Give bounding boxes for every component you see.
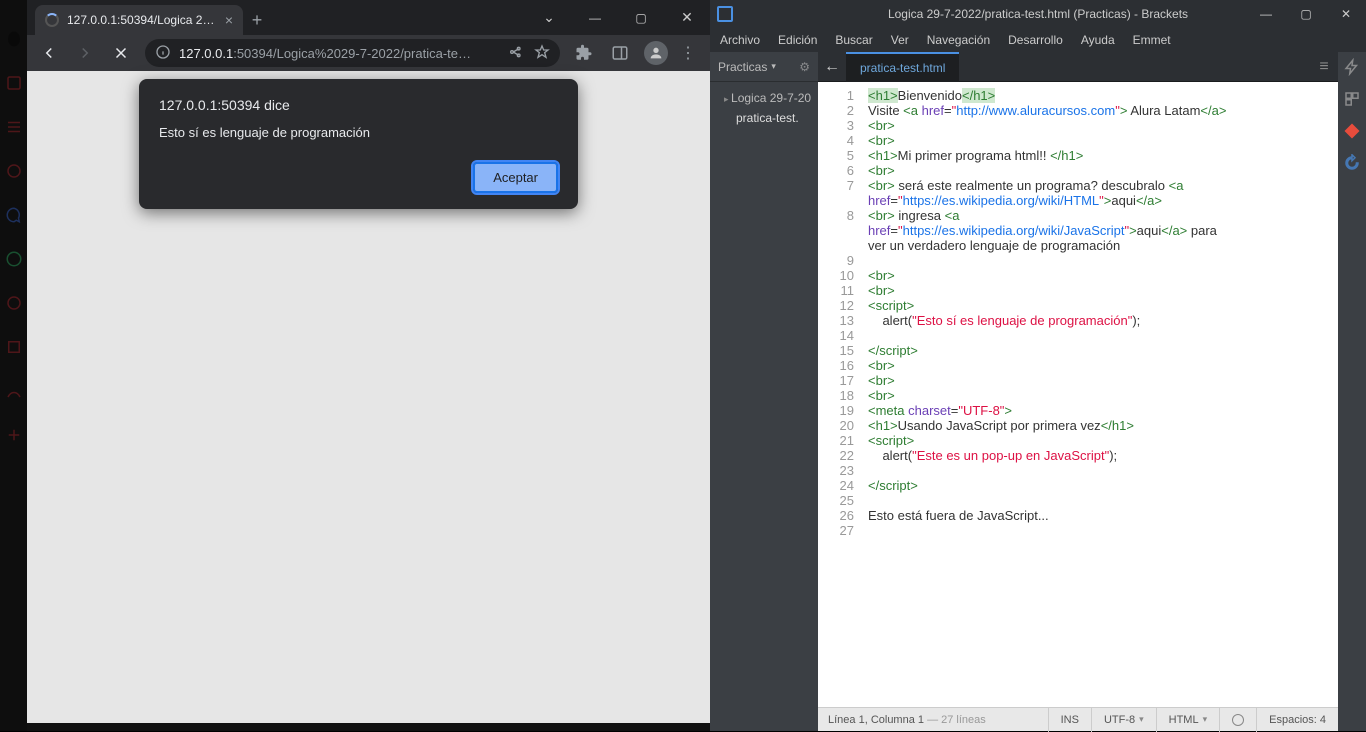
brackets-title: Logica 29-7-2022/pratica-test.html (Prac… (888, 7, 1188, 21)
browser-menu-icon[interactable]: ⋮ (672, 43, 704, 63)
tab-close-icon[interactable]: × (225, 12, 233, 28)
br-minimize-button[interactable]: — (1246, 7, 1286, 21)
stop-button[interactable] (105, 37, 137, 69)
status-bar: Línea 1, Columna 1 — 27 líneas INS UTF-8… (818, 707, 1338, 731)
messenger-icon[interactable] (5, 206, 23, 224)
editor-tab[interactable]: pratica-test.html (846, 52, 959, 82)
browser-window: 127.0.0.1:50394/Logica 29-7-202 × + ⌄ — … (27, 0, 710, 731)
loading-spinner-icon (45, 13, 59, 27)
whatsapp-icon[interactable] (5, 250, 23, 268)
app-icon-4[interactable] (5, 294, 23, 312)
app-icon-6[interactable] (5, 382, 23, 400)
status-ins[interactable]: INS (1048, 708, 1091, 732)
alert-message: Esto sí es lenguaje de programación (159, 125, 558, 140)
status-encoding[interactable]: UTF-8▾ (1091, 708, 1156, 732)
code-editor[interactable]: 1234567891011121314151617181920212223242… (818, 82, 1338, 707)
status-language[interactable]: HTML▾ (1156, 708, 1219, 732)
alert-accept-button[interactable]: Aceptar (473, 162, 558, 193)
alert-host: 127.0.0.1:50394 dice (159, 97, 558, 113)
profile-avatar[interactable] (644, 41, 668, 65)
brackets-menubar: Archivo Edición Buscar Ver Navegación Desarro… (710, 28, 1366, 52)
browser-titlebar: 127.0.0.1:50394/Logica 29-7-202 × + ⌄ — … (27, 0, 710, 35)
app-icon-5[interactable] (5, 338, 23, 356)
status-lint-icon[interactable] (1219, 708, 1256, 732)
url-text: 127.0.0.1:50394/Logica%2029-7-2022/prati… (179, 46, 500, 61)
browser-toolbar: 127.0.0.1:50394/Logica%2029-7-2022/prati… (27, 35, 710, 71)
app-icon-2[interactable] (5, 118, 23, 136)
menu-ayuda[interactable]: Ayuda (1081, 33, 1115, 47)
live-preview-icon[interactable] (1343, 58, 1361, 76)
tab-title: 127.0.0.1:50394/Logica 29-7-202 (67, 13, 217, 27)
os-taskbar (27, 723, 710, 731)
code-content[interactable]: <h1>Bienvenido</h1>Visite <a href="http:… (862, 82, 1338, 707)
share-icon[interactable] (508, 44, 524, 63)
menu-edición[interactable]: Edición (778, 33, 817, 47)
menu-navegación[interactable]: Navegación (927, 33, 990, 47)
opera-icon[interactable] (5, 30, 23, 48)
nav-back-icon[interactable]: ← (818, 58, 846, 76)
chevron-down-icon: ▾ (771, 61, 776, 72)
extension-manager-icon[interactable] (1343, 90, 1361, 108)
menu-desarrollo[interactable]: Desarrollo (1008, 33, 1063, 47)
menu-archivo[interactable]: Archivo (720, 33, 760, 47)
status-spaces[interactable]: Espacios: 4 (1256, 708, 1338, 732)
tab-overflow-icon[interactable]: ≡ (1310, 58, 1338, 76)
brackets-logo-icon (710, 6, 740, 22)
tabs-dropdown-icon[interactable]: ⌄ (526, 0, 572, 35)
new-tab-button[interactable]: + (243, 5, 271, 35)
git-icon[interactable] (1343, 122, 1361, 140)
app-icon-1[interactable] (5, 74, 23, 92)
menu-emmet[interactable]: Emmet (1133, 33, 1171, 47)
reload-icon[interactable] (1343, 154, 1361, 172)
app-icon-3[interactable] (5, 162, 23, 180)
page-viewport: 127.0.0.1:50394 dice Esto sí es lenguaje… (27, 71, 710, 731)
tree-folder[interactable]: Logica 29-7-20 (710, 88, 818, 108)
line-gutter: 1234567891011121314151617181920212223242… (818, 82, 862, 707)
brackets-titlebar: Logica 29-7-2022/pratica-test.html (Prac… (710, 0, 1366, 28)
back-button[interactable] (33, 37, 65, 69)
tree-file[interactable]: pratica-test. (710, 108, 818, 128)
extensions-icon[interactable] (568, 37, 600, 69)
project-dropdown[interactable]: Practicas ▾ ⚙ (710, 52, 818, 82)
close-button[interactable]: ✕ (664, 0, 710, 35)
menu-buscar[interactable]: Buscar (835, 33, 872, 47)
brackets-window: Logica 29-7-2022/pratica-test.html (Prac… (710, 0, 1366, 731)
br-maximize-button[interactable]: ▢ (1286, 7, 1326, 21)
add-icon[interactable] (5, 426, 23, 444)
os-activity-bar (0, 0, 27, 731)
bookmark-icon[interactable] (534, 44, 550, 63)
forward-button[interactable] (69, 37, 101, 69)
address-bar[interactable]: 127.0.0.1:50394/Logica%2029-7-2022/prati… (145, 39, 560, 67)
editor-tabbar: ← pratica-test.html ≡ (818, 52, 1338, 82)
site-info-icon[interactable] (155, 44, 171, 63)
js-alert-dialog: 127.0.0.1:50394 dice Esto sí es lenguaje… (139, 79, 578, 209)
brackets-sidebar: Practicas ▾ ⚙ Logica 29-7-20 pratica-tes… (710, 52, 818, 731)
project-name: Practicas (718, 60, 767, 74)
browser-tab[interactable]: 127.0.0.1:50394/Logica 29-7-202 × (35, 5, 243, 35)
br-close-button[interactable]: ✕ (1326, 7, 1366, 21)
sidepanel-icon[interactable] (604, 37, 636, 69)
editor-main: ← pratica-test.html ≡ 123456789101112131… (818, 52, 1338, 731)
maximize-button[interactable]: ▢ (618, 0, 664, 35)
menu-ver[interactable]: Ver (891, 33, 909, 47)
file-tree: Logica 29-7-20 pratica-test. (710, 82, 818, 134)
brackets-rightbar (1338, 52, 1366, 731)
cursor-position: Línea 1, Columna 1 — 27 líneas (818, 714, 996, 726)
gear-icon[interactable]: ⚙ (799, 60, 810, 74)
minimize-button[interactable]: — (572, 0, 618, 35)
